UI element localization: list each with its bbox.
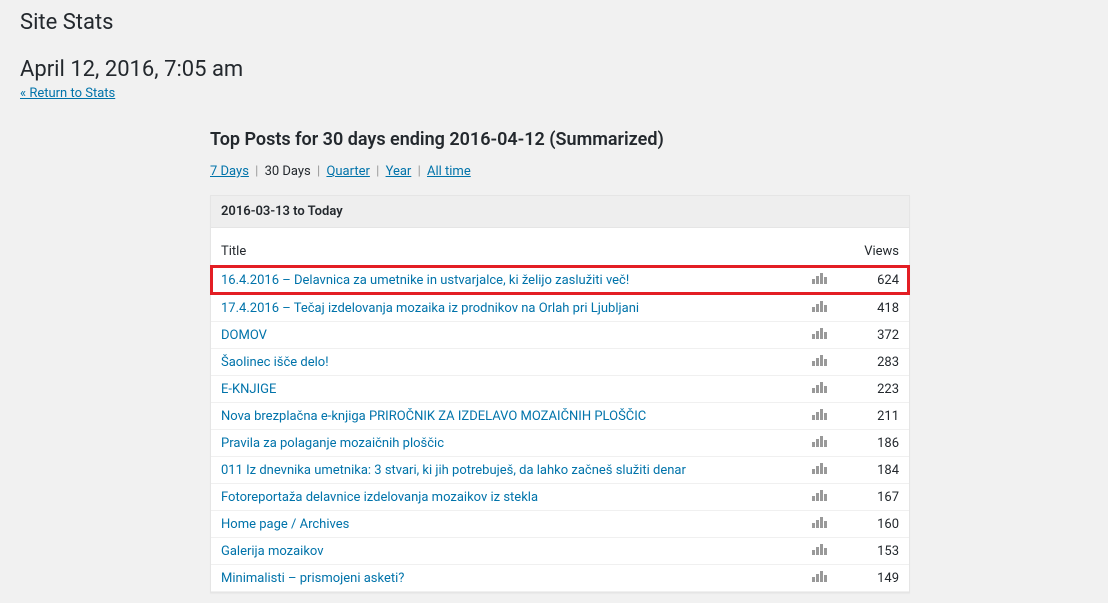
views-value: 418 (839, 301, 899, 316)
table-row: DOMOV 372 (211, 322, 909, 349)
bar-chart-icon[interactable] (811, 569, 827, 587)
views-value: 160 (839, 517, 899, 532)
views-value: 184 (839, 463, 899, 478)
bar-chart-icon[interactable] (811, 326, 827, 344)
post-title-link[interactable]: 011 Iz dnevnika umetnika: 3 stvari, ki j… (221, 463, 686, 478)
table-row: Minimalisti – prismojeni asketi? 149 (211, 565, 909, 592)
views-value: 211 (839, 409, 899, 424)
return-to-stats-link[interactable]: « Return to Stats (20, 86, 115, 101)
bar-chart-icon[interactable] (811, 271, 827, 289)
views-value: 372 (839, 328, 899, 343)
table-row: 011 Iz dnevnika umetnika: 3 stvari, ki j… (211, 457, 909, 484)
table-header-row: Title Views (211, 238, 909, 266)
separator: | (376, 164, 379, 179)
bar-chart-icon[interactable] (811, 299, 827, 317)
column-header-views: Views (839, 244, 899, 259)
column-header-title: Title (221, 244, 799, 259)
column-header-icon-spacer (799, 244, 839, 259)
separator: | (418, 164, 421, 179)
table-row: Pravila za polaganje mozaičnih ploščic 18… (211, 430, 909, 457)
post-title-link[interactable]: 16.4.2016 – Delavnica za umetnike in ust… (221, 273, 629, 288)
bar-chart-icon[interactable] (811, 488, 827, 506)
content-area: Top Posts for 30 days ending 2016-04-12 … (210, 129, 910, 593)
range-alltime-link[interactable]: All time (427, 164, 471, 179)
range-30days-current: 30 Days (265, 164, 311, 179)
table-row: 17.4.2016 – Tečaj izdelovanja mozaika iz… (211, 295, 909, 322)
section-title: Top Posts for 30 days ending 2016-04-12 … (210, 129, 910, 150)
bar-chart-icon[interactable] (811, 380, 827, 398)
page-title: Site Stats (20, 10, 1088, 35)
stats-table: Title Views 16.4.2016 – Delavnica za ume… (211, 228, 909, 592)
post-title-link[interactable]: 17.4.2016 – Tečaj izdelovanja mozaika iz… (221, 301, 639, 316)
post-title-link[interactable]: DOMOV (221, 328, 267, 343)
timestamp-heading: April 12, 2016, 7:05 am (20, 57, 1088, 82)
table-row: Galerija mozaikov 153 (211, 538, 909, 565)
range-7days-link[interactable]: 7 Days (210, 164, 249, 179)
views-value: 167 (839, 490, 899, 505)
range-quarter-link[interactable]: Quarter (326, 164, 369, 179)
table-row: 16.4.2016 – Delavnica za umetnike in ust… (210, 265, 910, 295)
table-row: Fotoreportaža delavnice izdelovanja moza… (211, 484, 909, 511)
range-year-link[interactable]: Year (386, 164, 412, 179)
bar-chart-icon[interactable] (811, 542, 827, 560)
post-title-link[interactable]: Fotoreportaža delavnice izdelovanja moza… (221, 490, 538, 505)
bar-chart-icon[interactable] (811, 407, 827, 425)
bar-chart-icon[interactable] (811, 434, 827, 452)
stats-box: 2016-03-13 to Today Title Views 16.4.201… (210, 195, 910, 593)
post-title-link[interactable]: Home page / Archives (221, 517, 349, 532)
post-title-link[interactable]: Šaolinec išče delo! (221, 355, 329, 370)
post-title-link[interactable]: Galerija mozaikov (221, 544, 324, 559)
post-title-link[interactable]: Nova brezplačna e-knjiga PRIROČNIK ZA IZ… (221, 409, 646, 424)
views-value: 186 (839, 436, 899, 451)
date-range-header: 2016-03-13 to Today (211, 196, 909, 228)
bar-chart-icon[interactable] (811, 515, 827, 533)
separator: | (255, 164, 258, 179)
table-row: Šaolinec išče delo! 283 (211, 349, 909, 376)
views-value: 624 (839, 273, 899, 288)
post-title-link[interactable]: Minimalisti – prismojeni asketi? (221, 571, 404, 586)
bar-chart-icon[interactable] (811, 461, 827, 479)
views-value: 149 (839, 571, 899, 586)
views-value: 223 (839, 382, 899, 397)
range-selector: 7 Days | 30 Days | Quarter | Year | All … (210, 164, 910, 179)
table-row: Nova brezplačna e-knjiga PRIROČNIK ZA IZ… (211, 403, 909, 430)
separator: | (317, 164, 320, 179)
post-title-link[interactable]: Pravila za polaganje mozaičnih ploščic (221, 436, 444, 451)
page-container: Site Stats April 12, 2016, 7:05 am « Ret… (0, 0, 1108, 603)
views-value: 283 (839, 355, 899, 370)
post-title-link[interactable]: E-KNJIGE (221, 382, 276, 397)
views-value: 153 (839, 544, 899, 559)
table-row: E-KNJIGE 223 (211, 376, 909, 403)
bar-chart-icon[interactable] (811, 353, 827, 371)
table-row: Home page / Archives 160 (211, 511, 909, 538)
